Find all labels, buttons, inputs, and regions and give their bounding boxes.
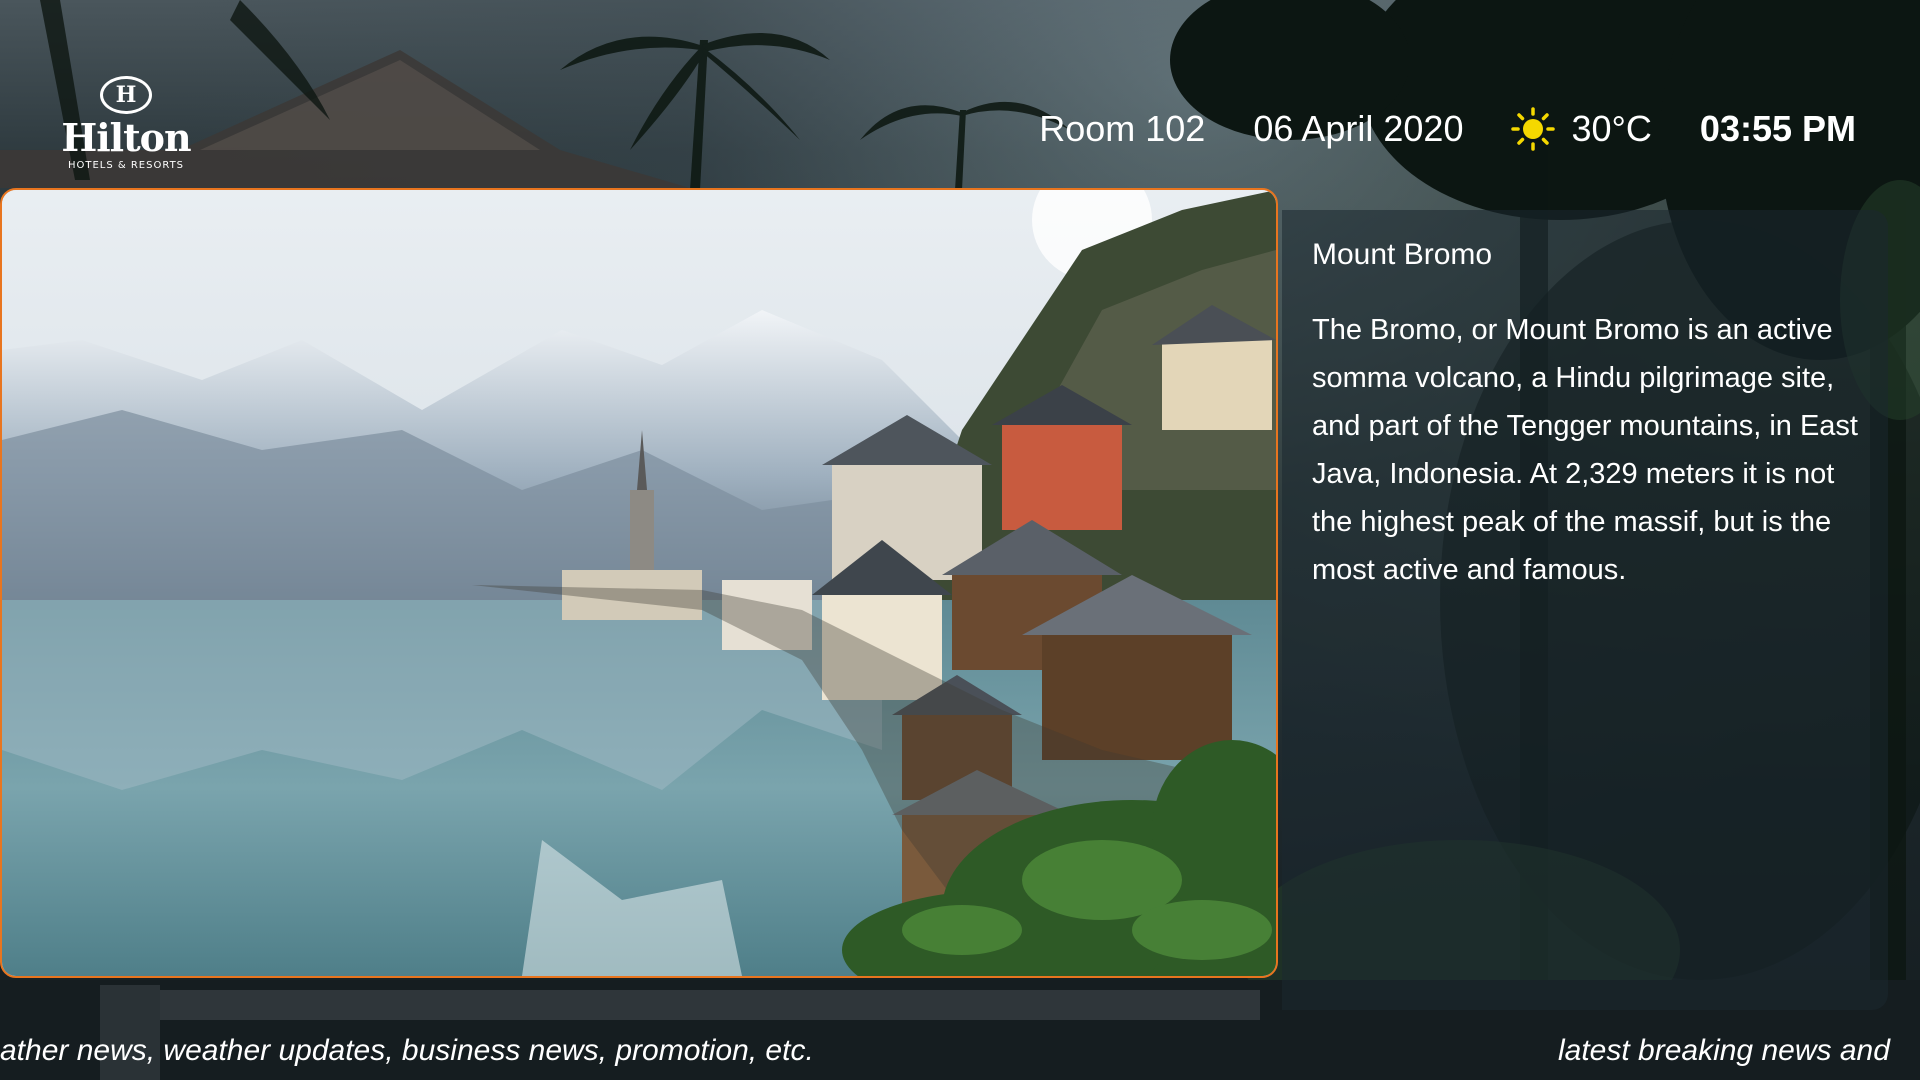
info-panel: Mount Bromo The Bromo, or Mount Bromo is… xyxy=(1282,210,1888,1010)
room-number: Room 102 xyxy=(1039,108,1206,149)
temperature: 30°C xyxy=(1571,108,1652,149)
sun-icon xyxy=(1511,107,1556,151)
feature-description: The Bromo, or Mount Bromo is an active s… xyxy=(1312,314,1858,586)
featured-photo[interactable] xyxy=(0,188,1278,978)
hotel-tv-screen: H Hilton HOTELS & RESORTS Room 102 06 Ap… xyxy=(0,0,1920,1080)
ticker-segment: latest breaking news and xyxy=(1558,1034,1890,1067)
brand-tagline: HOTELS & RESORTS xyxy=(67,160,185,171)
hilton-emblem-icon: H xyxy=(100,76,152,114)
feature-title: Mount Bromo xyxy=(1312,238,1493,271)
current-time: 03:55 PM xyxy=(1699,108,1856,149)
weather-widget: 30°C xyxy=(1511,107,1652,151)
ticker-segment: ather news, weather updates, business ne… xyxy=(0,1034,814,1067)
status-bar: Room 102 06 April 2020 30°C 03:55 PM xyxy=(1039,104,1856,154)
current-date: 06 April 2020 xyxy=(1253,108,1464,149)
lakeside-village-image xyxy=(2,190,1276,976)
brand-name: Hilton xyxy=(61,115,191,160)
news-ticker: ather news, weather updates, business ne… xyxy=(0,1028,1920,1080)
hilton-logo: H Hilton HOTELS & RESORTS xyxy=(56,76,196,182)
